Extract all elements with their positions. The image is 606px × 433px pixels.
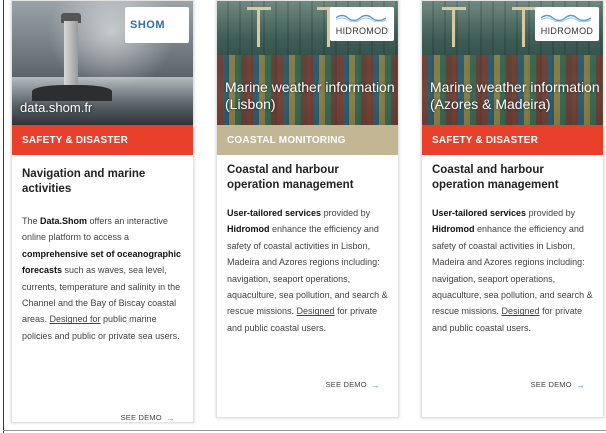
crane-image [512, 7, 536, 47]
see-demo-label: SEE DEMO [325, 380, 367, 389]
card-title: Coastal and harbour operation management [432, 164, 559, 191]
crane-image [442, 7, 466, 47]
designed-for-link[interactable]: Designed for [50, 314, 101, 324]
see-demo-link[interactable]: SEE DEMO → [121, 413, 175, 422]
hidromod-logo: HIDROMOD [535, 7, 599, 41]
card-hero-title: Marine weather information (Lisbon) [225, 79, 395, 113]
card-hero-image: SHOM data.shom.fr [12, 1, 193, 125]
arrow-right-icon: → [165, 412, 175, 423]
wave-icon [336, 14, 386, 22]
lighthouse-image [64, 21, 78, 91]
window-bottom-border [3, 430, 606, 431]
hidromod-logo-text: HIDROMOD [540, 26, 594, 36]
card-title: Coastal and harbour operation management [227, 164, 354, 191]
window-left-border [3, 0, 4, 433]
card-hero-title: Marine weather information (Azores & Mad… [430, 79, 600, 113]
service-card-hidromod-lisbon[interactable]: HIDROMOD Marine weather information (Lis… [216, 0, 399, 418]
arrow-right-icon: → [575, 379, 585, 390]
category-badge: SAFETY & DISASTER [12, 125, 193, 155]
card-hero-image: HIDROMOD Marine weather information (Lis… [217, 1, 398, 125]
shom-logo: SHOM [125, 7, 189, 43]
category-badge: SAFETY & DISASTER [422, 125, 603, 155]
see-demo-label: SEE DEMO [530, 380, 572, 389]
card-description: The Data.Shom offers an interactive onli… [22, 216, 182, 341]
card-hero-image: HIDROMOD Marine weather information (Azo… [422, 1, 603, 125]
category-badge: COASTAL MONITORING [217, 125, 398, 155]
hero-title-line1: Marine weather information [225, 79, 395, 95]
card-hero-title: data.shom.fr [20, 100, 93, 115]
see-demo-link[interactable]: SEE DEMO → [531, 380, 585, 389]
designed-link[interactable]: Designed [297, 306, 335, 316]
hero-title-line2: (Azores & Madeira) [430, 96, 551, 112]
hidromod-logo: HIDROMOD [330, 7, 394, 41]
card-title: Navigation and marine activities [22, 168, 146, 195]
hero-title-line1: Marine weather information [430, 79, 600, 95]
hero-title-line2: (Lisbon) [225, 96, 276, 112]
hidromod-logo-text: HIDROMOD [335, 26, 389, 36]
card-description: User-tailored services provided by Hidro… [432, 208, 593, 333]
wave-icon [541, 14, 591, 22]
shom-logo-text: SHOM [130, 19, 165, 31]
service-card-hidromod-azores-madeira[interactable]: HIDROMOD Marine weather information (Azo… [421, 0, 604, 418]
card-description: User-tailored services provided by Hidro… [227, 208, 388, 333]
service-card-datashom[interactable]: SHOM data.shom.fr SAFETY & DISASTER Navi… [11, 0, 194, 423]
arrow-right-icon: → [370, 379, 380, 390]
crane-image [247, 7, 271, 47]
designed-link[interactable]: Designed [502, 306, 540, 316]
see-demo-link[interactable]: SEE DEMO → [326, 380, 380, 389]
see-demo-label: SEE DEMO [120, 413, 162, 422]
